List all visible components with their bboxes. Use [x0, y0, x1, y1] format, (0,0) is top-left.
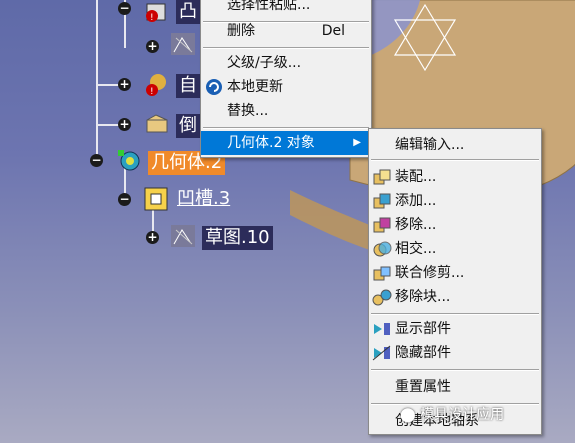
intersect-icon [372, 240, 392, 258]
menu-item-paste-special[interactable]: 选择性粘贴... [201, 0, 371, 17]
menu-item-delete[interactable]: 删除 Del [201, 19, 371, 43]
submenu-item-intersect[interactable]: 相交... [369, 237, 541, 261]
menu-separator [371, 159, 539, 161]
tree-expander-expand[interactable]: + [118, 78, 131, 91]
tree-expander-expand[interactable]: + [146, 231, 159, 244]
tree-node-label[interactable]: 凹槽.3 [174, 187, 233, 211]
svg-text:!: ! [150, 87, 154, 97]
context-menu: 选择性粘贴... 删除 Del 父级/子级... 本地更新 替换... 几何体.… [200, 0, 372, 158]
submenu-item-reset-properties[interactable]: 重置属性 [369, 375, 541, 399]
menu-item-body-object[interactable]: 几何体.2 对象 ▶ [201, 131, 371, 155]
submenu-item-union-trim[interactable]: 联合修剪... [369, 261, 541, 285]
menu-item-parent-children[interactable]: 父级/子级... [201, 51, 371, 75]
watermark: ⬤ 模具设计应用 [400, 402, 504, 428]
body-gear-icon [116, 148, 142, 172]
tree-expander-expand[interactable]: + [146, 40, 159, 53]
assemble-icon [372, 168, 392, 186]
submenu-item-assemble[interactable]: 装配... [369, 165, 541, 189]
auto-fillet-icon: ! [144, 72, 170, 97]
add-body-icon [372, 192, 392, 210]
cad-viewport[interactable]: − ! 凸 + + ! 自 + 倒 − 几何体.2 − 凹槽.3 + 草图.10… [0, 0, 575, 443]
tree-node-label[interactable]: 草图.10 [202, 226, 273, 250]
pocket-icon [144, 187, 170, 211]
submenu: 编辑输入... 装配... 添加... 移除... 相交... 联合修剪... … [368, 128, 542, 435]
remove-lump-icon [372, 288, 392, 306]
submenu-arrow-icon: ▶ [353, 137, 361, 148]
pad-feature-icon: ! [144, 0, 170, 24]
local-update-icon [204, 78, 224, 96]
sketch-icon [170, 32, 196, 56]
menu-separator [371, 369, 539, 371]
watermark-text: 模具设计应用 [420, 407, 505, 423]
sketch-icon [170, 224, 196, 248]
tree-node-label[interactable]: 自 [176, 74, 200, 98]
menu-separator [371, 313, 539, 315]
chamfer-icon [144, 112, 170, 136]
submenu-item-hide-components[interactable]: 隐藏部件 [369, 341, 541, 365]
svg-text:!: ! [150, 13, 154, 23]
submenu-item-edit-inputs[interactable]: 编辑输入... [369, 133, 541, 157]
tree-node-label[interactable]: 倒 [176, 114, 200, 138]
tree-expander-expand[interactable]: + [118, 118, 131, 131]
submenu-item-show-components[interactable]: 显示部件 [369, 317, 541, 341]
menu-item-replace[interactable]: 替换... [201, 99, 371, 123]
tree-expander-collapse[interactable]: − [118, 2, 131, 15]
menu-separator [203, 47, 369, 49]
hide-components-icon [372, 344, 392, 362]
submenu-item-remove[interactable]: 移除... [369, 213, 541, 237]
tree-expander-collapse[interactable]: − [90, 154, 103, 167]
menu-item-local-update[interactable]: 本地更新 [201, 75, 371, 99]
submenu-item-add[interactable]: 添加... [369, 189, 541, 213]
wechat-icon: ⬤ [400, 407, 416, 423]
union-trim-icon [372, 264, 392, 282]
tree-expander-collapse[interactable]: − [118, 193, 131, 206]
tree-line [96, 0, 98, 160]
tree-node-label[interactable]: 凸 [176, 0, 200, 24]
show-components-icon [372, 320, 392, 338]
submenu-item-remove-lump[interactable]: 移除块... [369, 285, 541, 309]
menu-separator [203, 127, 369, 129]
remove-body-icon [372, 216, 392, 234]
